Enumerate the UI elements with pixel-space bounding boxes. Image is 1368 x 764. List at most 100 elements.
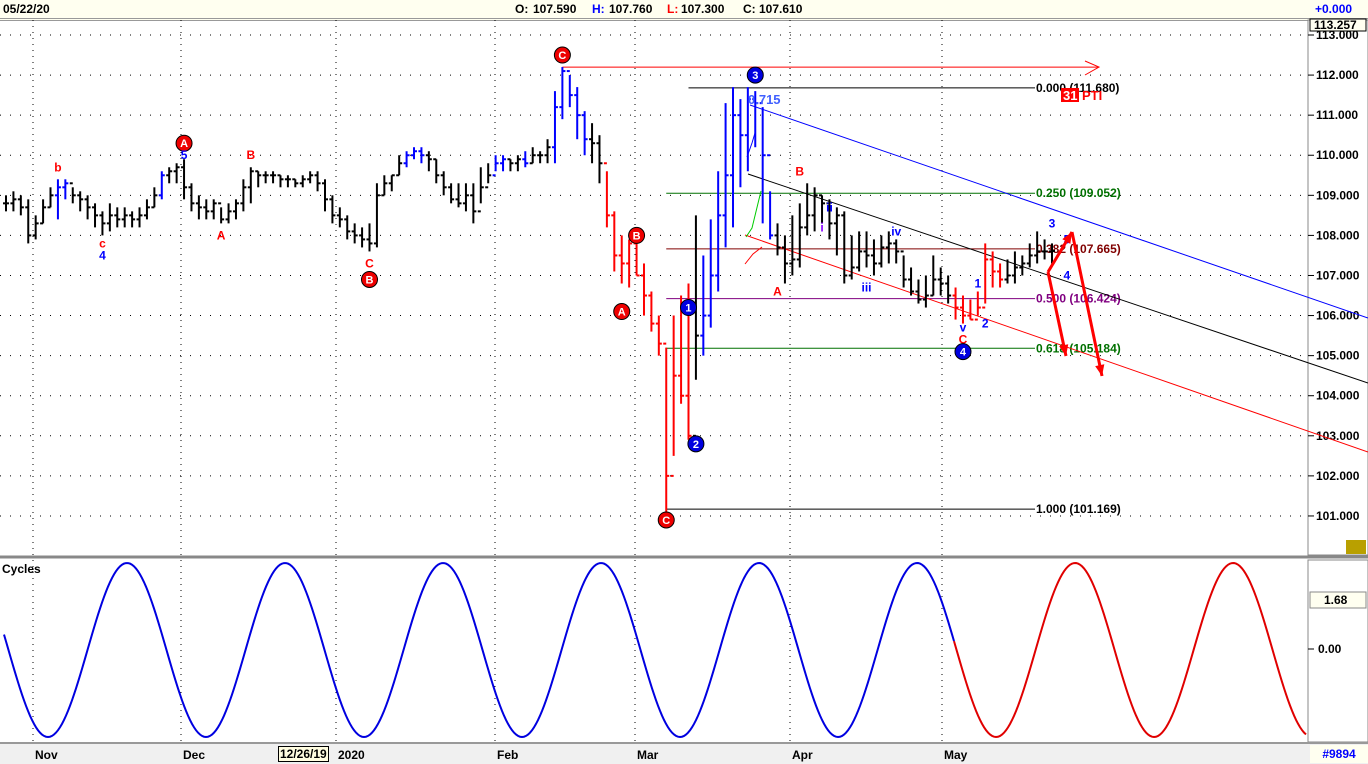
fib-label: 0.382 (107.665) [1036,242,1121,256]
price-bar [611,211,618,272]
wave-label: A [773,285,782,299]
wave-label: 4 [960,347,967,359]
channel-upper-line [749,104,1368,319]
price-bar [359,227,366,248]
wave-label: B [795,164,804,178]
last-price-label: 113.257 [1314,18,1357,32]
pti-value: 31 [1063,88,1077,103]
month-2020: 2020 [338,748,365,762]
price-bar [373,183,380,248]
price-bar [403,151,410,168]
projection-line-red [744,246,763,265]
price-bar [551,91,558,164]
price-bar [173,163,180,184]
y-tick-label: 112.000 [1316,68,1359,82]
price-bar [225,203,232,224]
price-bar [277,174,284,188]
price-bar [767,154,774,240]
price-bar [603,162,610,228]
price-bar [314,171,321,192]
price-bar [900,250,907,288]
price-bar [544,139,551,164]
wave-label: 2 [982,317,989,331]
price-bar [937,267,944,296]
wave-label: 4 [99,248,106,262]
wave-label: 4 [1063,268,1070,282]
cycle-value-label: 1.68 [1324,593,1348,607]
price-bar [92,203,99,228]
price-bar [618,235,625,284]
price-bar [804,183,811,236]
wave-label: C [558,50,566,62]
price-bar [507,158,514,172]
price-bar [737,99,744,188]
price-bar [581,111,588,156]
y-tick-label: 105.000 [1316,349,1360,363]
price-bar [537,151,544,164]
price-bar [1011,251,1018,284]
price-bar [336,207,343,228]
price-bar [425,151,432,172]
y-tick-label: 106.000 [1316,309,1360,323]
price-bar [870,239,877,276]
price-bar [232,199,239,220]
wave-label: B [633,230,641,242]
month-may: May [944,748,968,762]
y-tick-label: 109.000 [1316,188,1360,202]
price-bar [411,147,418,160]
wave-label: iv [891,224,901,238]
price-bar [863,231,870,268]
price-bar [292,178,299,188]
price-bar [485,163,492,189]
wave-label: 2 [693,439,699,451]
fib-label: 0.250 (109.052) [1036,186,1121,200]
price-bar [462,183,469,212]
wave-label: iii [862,281,872,295]
price-bar [62,179,69,200]
price-bar [470,183,477,224]
y-tick-label: 110.000 [1316,148,1359,162]
price-bar [492,155,499,177]
price-bar [344,215,351,240]
price-bar [841,211,848,284]
price-bar [329,195,336,224]
price-chart[interactable]: 113.000112.000111.000110.000109.000108.0… [0,0,1368,742]
price-bar [143,199,150,220]
price-bar [959,295,966,324]
price-bar [670,315,677,477]
wave-label: B [246,148,255,162]
price-bar [40,199,47,225]
price-bar [856,231,863,272]
price-bar [648,291,655,332]
cycles-title: Cycles [2,562,41,576]
price-bar [307,171,314,184]
price-bar [381,175,388,197]
price-bar [32,215,39,240]
wave-label: i [820,220,823,234]
price-bar [366,223,373,252]
price-bar [114,207,121,228]
price-bar [930,255,937,297]
ratio-annotation: 0.715 [748,92,781,107]
price-bar [255,170,262,188]
price-bar [10,191,17,212]
price-bar [54,179,61,220]
price-bar [396,155,403,177]
price-bar [136,207,143,228]
fib-label: 0.500 (106.424) [1036,292,1121,306]
y-tick-label: 108.000 [1316,228,1360,242]
scale-icon [1346,540,1366,554]
cycle-line-history [3,562,955,739]
price-bar [448,183,455,204]
price-bar [952,287,959,320]
price-bar [730,87,737,228]
price-bar [195,195,202,220]
wave-label: C [365,256,374,270]
wave-label: 1 [974,276,981,290]
price-bar [270,171,277,184]
price-bar [218,202,225,224]
price-bar [945,275,952,304]
y-tick-label: 102.000 [1316,469,1360,483]
price-bar [99,211,106,236]
price-bar [299,175,306,188]
